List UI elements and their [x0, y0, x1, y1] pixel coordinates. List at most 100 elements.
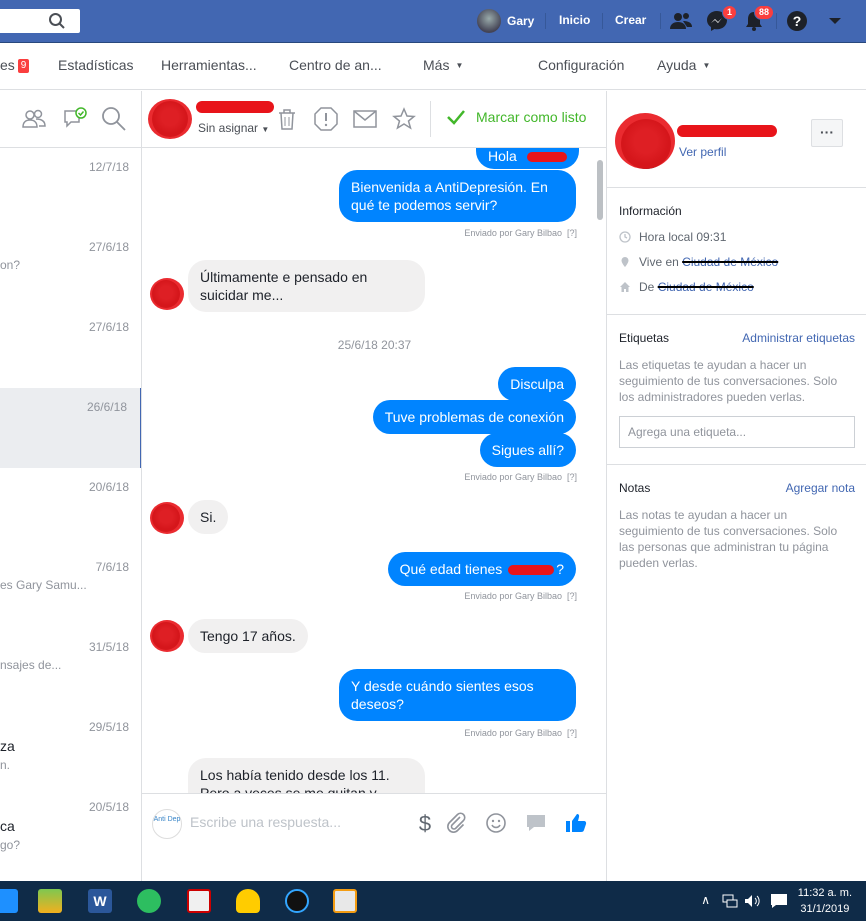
contact-avatar [150, 278, 184, 310]
avatar [477, 9, 501, 33]
divider [660, 13, 661, 29]
tab-more[interactable]: Más ▼ [423, 57, 463, 73]
search-icon[interactable] [48, 12, 66, 30]
spam-icon[interactable] [313, 106, 339, 132]
chat-panel: Sin asignar ▼ Marcar como listo Hola Bie… [142, 91, 607, 881]
emoji-icon[interactable] [484, 811, 508, 835]
profile-link[interactable]: Gary [477, 9, 534, 33]
page-logo: Anti Dep [152, 809, 182, 839]
conversation-item[interactable]: 31/5/18 nsajes de... [0, 628, 141, 708]
search-input[interactable] [0, 9, 80, 33]
conversation-item[interactable]: 7/6/18 es Gary Samu... [0, 548, 141, 628]
bluestacks-icon[interactable] [38, 889, 62, 913]
action-center-icon[interactable] [770, 893, 788, 909]
start-icon[interactable] [0, 889, 18, 913]
star-icon[interactable] [391, 106, 417, 132]
view-profile-link[interactable]: Ver perfil [679, 145, 726, 159]
like-icon[interactable] [564, 811, 588, 835]
video-editor-icon[interactable] [333, 889, 357, 913]
evernote-icon[interactable] [137, 889, 161, 913]
conversation-date: 31/5/18 [88, 640, 129, 654]
message-bubble-outgoing: Y desde cuándo sientes esos deseos? [339, 669, 576, 721]
lives-in-city[interactable]: Ciudad de México [682, 255, 778, 269]
help-icon[interactable]: ? [785, 9, 811, 33]
divider [776, 13, 777, 29]
chat-header: Sin asignar ▼ Marcar como listo [142, 91, 607, 148]
add-tag-input[interactable]: Agrega una etiqueta... [619, 416, 855, 448]
caret-down-icon: ▼ [261, 125, 270, 134]
reply-input[interactable]: Escribe una respuesta... [190, 814, 341, 830]
payment-icon[interactable]: $ [413, 811, 437, 835]
conversation-snippet: nsajes de... [0, 658, 62, 672]
sent-by-text: Enviado por Gary Bilbao [464, 728, 562, 738]
ccleaner-icon[interactable] [285, 889, 309, 913]
help-marker[interactable]: [?] [567, 228, 577, 238]
contact-info-panel: Ver perfil ··· Información Hora local 09… [607, 91, 866, 881]
contact-header: Ver perfil ··· [607, 91, 866, 188]
conversation-item[interactable]: 26/6/18 [0, 388, 141, 468]
volume-icon[interactable] [744, 894, 762, 908]
conversation-item[interactable]: 27/6/18 on? [0, 228, 141, 308]
help-marker[interactable]: [?] [567, 591, 577, 601]
word-icon[interactable]: W [88, 889, 112, 913]
lives-in-row: Vive en Ciudad de México [619, 255, 778, 269]
add-note-link[interactable]: Agregar nota [786, 481, 855, 495]
people-icon[interactable] [20, 105, 48, 133]
home-icon [620, 282, 630, 292]
message-text: Hola [488, 148, 517, 164]
tab-settings[interactable]: Configuración [538, 57, 624, 73]
help-marker[interactable]: [?] [567, 472, 577, 482]
tab-inbox-label: es [0, 57, 15, 73]
search-icon[interactable] [100, 105, 128, 133]
conversation-item[interactable]: 12/7/18 [0, 148, 141, 228]
conversation-snippet: on? [0, 258, 21, 272]
notifications-icon[interactable]: 88 [742, 5, 774, 33]
attachment-icon[interactable] [444, 811, 468, 835]
tab-inbox[interactable]: es 9 [0, 57, 30, 73]
conversation-date: 27/6/18 [88, 240, 129, 254]
network-icon[interactable] [722, 894, 738, 908]
hometown-city[interactable]: Ciudad de México [658, 280, 754, 294]
sent-by-label: Enviado por Gary Bilbao [?] [464, 228, 577, 238]
conversation-item[interactable]: 29/5/18 za n. [0, 708, 141, 788]
home-link[interactable]: Inicio [559, 13, 590, 27]
create-link[interactable]: Crear [615, 13, 646, 27]
media-app-icon[interactable] [236, 889, 260, 913]
manage-tags-link[interactable]: Administrar etiquetas [742, 331, 855, 345]
contact-avatar [150, 620, 184, 652]
pdf-app-icon[interactable] [187, 889, 211, 913]
redaction-mark [677, 125, 777, 137]
message-bubble-incoming: Los había tenido desde los 11. Pero a ve… [188, 758, 425, 793]
page-navigation: es 9 Estadísticas Herramientas... Centro … [0, 43, 866, 90]
conversation-item[interactable]: 20/6/18 [0, 468, 141, 548]
help-marker[interactable]: [?] [567, 728, 577, 738]
tab-statistics[interactable]: Estadísticas [58, 57, 133, 73]
assign-dropdown[interactable]: Sin asignar ▼ [198, 121, 269, 135]
tab-more-label: Más [423, 57, 450, 73]
tab-help[interactable]: Ayuda ▼ [657, 57, 710, 73]
conversation-date: 7/6/18 [95, 560, 129, 574]
redaction-mark [526, 152, 567, 163]
redaction-mark [150, 620, 184, 652]
mark-done-button[interactable]: Marcar como listo [446, 109, 586, 125]
chevron-up-icon[interactable]: ∧ [701, 893, 710, 907]
saved-replies-icon[interactable] [524, 811, 548, 835]
system-clock[interactable]: 11:32 a. m. 31/1/2019 [798, 885, 852, 917]
done-filter-icon[interactable] [61, 105, 89, 133]
clock-time: 11:32 a. m. [797, 887, 852, 899]
redaction-mark [148, 99, 192, 139]
tab-ads-center[interactable]: Centro de an... [289, 57, 382, 73]
contact-avatar [150, 502, 184, 534]
caret-down-icon: ▼ [702, 61, 711, 70]
message-scrollbar[interactable] [597, 160, 603, 220]
messenger-icon[interactable]: 1 [705, 5, 737, 33]
conversation-date: 29/5/18 [88, 720, 129, 734]
trash-icon[interactable] [274, 106, 300, 132]
chevron-down-icon[interactable] [822, 9, 848, 33]
mail-icon[interactable] [352, 106, 378, 132]
more-options-button[interactable]: ··· [811, 119, 843, 147]
conversation-item[interactable]: 27/6/18 [0, 308, 141, 388]
friend-requests-icon[interactable] [668, 9, 694, 33]
conversation-item[interactable]: 20/5/18 ca go? [0, 788, 141, 868]
tab-tools[interactable]: Herramientas... [161, 57, 257, 73]
